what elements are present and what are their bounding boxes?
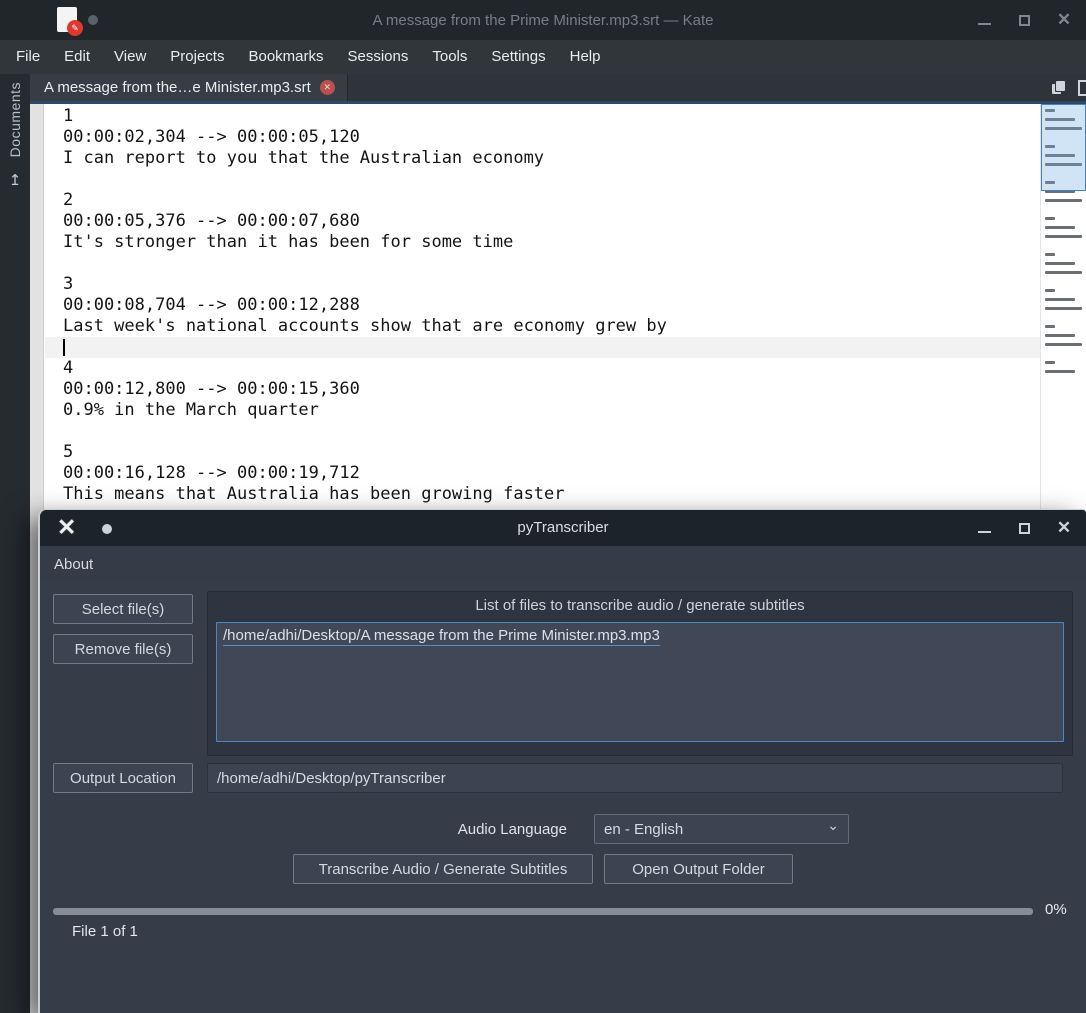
open-output-folder-button[interactable]: Open Output Folder bbox=[604, 854, 793, 884]
editor-line[interactable] bbox=[45, 253, 1040, 274]
editor-line[interactable]: 3 bbox=[45, 274, 1040, 295]
minimap-line bbox=[1045, 298, 1075, 301]
duplicate-document-icon[interactable] bbox=[1052, 80, 1066, 95]
upload-arrow-icon: ↥ bbox=[8, 172, 22, 190]
minimap-line bbox=[1045, 352, 1085, 355]
minimap-scrollbar[interactable] bbox=[1040, 104, 1086, 509]
editor-line[interactable]: 5 bbox=[45, 442, 1040, 463]
tab-label: A message from the…e Minister.mp3.srt bbox=[44, 79, 311, 96]
editor-line[interactable] bbox=[45, 169, 1040, 190]
kate-tabbar: A message from the…e Minister.mp3.srt ✕ bbox=[30, 74, 1086, 101]
minimap-line bbox=[1045, 199, 1082, 202]
editor-line[interactable] bbox=[45, 421, 1040, 442]
select-files-button[interactable]: Select file(s) bbox=[53, 594, 193, 624]
audio-language-label: Audio Language bbox=[457, 821, 567, 838]
minimap-line bbox=[1045, 262, 1075, 265]
audio-language-dropdown[interactable]: en - English ⌄ bbox=[594, 814, 849, 844]
close-icon[interactable]: ✕ bbox=[1056, 519, 1072, 536]
documents-sidebar: Documents ↥ bbox=[0, 74, 30, 1013]
pytranscriber-titlebar: ✕ pyTranscriber ✕ bbox=[40, 510, 1086, 546]
editor-line[interactable]: 4 bbox=[45, 358, 1040, 379]
split-view-icon[interactable] bbox=[1078, 79, 1086, 96]
menu-item-about[interactable]: About bbox=[42, 556, 105, 573]
kate-titlebar: ✎ A message from the Prime Minister.mp3.… bbox=[0, 0, 1086, 40]
editor-line[interactable]: I can report to you that the Australian … bbox=[45, 148, 1040, 169]
minimap-line bbox=[1045, 343, 1082, 346]
menu-item-bookmarks[interactable]: Bookmarks bbox=[236, 40, 335, 74]
editor-line[interactable]: 0.9% in the March quarter bbox=[45, 400, 1040, 421]
minimize-icon[interactable] bbox=[976, 520, 992, 536]
menu-item-help[interactable]: Help bbox=[558, 40, 613, 74]
kate-window-controls: ✕ bbox=[976, 0, 1072, 40]
output-path-field[interactable]: /home/adhi/Desktop/pyTranscriber bbox=[207, 763, 1063, 793]
progress-bar bbox=[53, 908, 1033, 915]
minimap-line bbox=[1045, 370, 1075, 373]
maximize-icon[interactable] bbox=[1016, 520, 1032, 536]
minimap-line bbox=[1045, 361, 1055, 364]
file-list[interactable]: /home/adhi/Desktop/A message from the Pr… bbox=[216, 622, 1064, 742]
editor-line[interactable]: Last week's national accounts show that … bbox=[45, 316, 1040, 337]
chevron-down-icon: ⌄ bbox=[827, 817, 839, 833]
minimap-line bbox=[1045, 208, 1085, 211]
remove-files-button[interactable]: Remove file(s) bbox=[53, 634, 193, 664]
editor-line[interactable] bbox=[45, 337, 1040, 358]
pytranscriber-window-controls: ✕ bbox=[976, 510, 1072, 546]
minimap-line bbox=[1045, 271, 1082, 274]
minimap-line bbox=[1045, 244, 1085, 247]
output-location-button[interactable]: Output Location bbox=[53, 763, 193, 793]
minimap-line bbox=[1045, 307, 1082, 310]
maximize-icon[interactable] bbox=[1016, 12, 1032, 28]
minimap-line bbox=[1045, 334, 1075, 337]
progress-percent-label: 0% bbox=[1045, 901, 1067, 918]
minimap-line bbox=[1045, 235, 1082, 238]
editor-line[interactable]: 00:00:16,128 --> 00:00:19,712 bbox=[45, 463, 1040, 484]
minimap-line bbox=[1045, 325, 1055, 328]
menu-item-sessions[interactable]: Sessions bbox=[336, 40, 421, 74]
menu-item-tools[interactable]: Tools bbox=[420, 40, 479, 74]
close-icon[interactable]: ✕ bbox=[1056, 11, 1072, 28]
screen: ✎ A message from the Prime Minister.mp3.… bbox=[0, 0, 1086, 1013]
editor-line[interactable]: 00:00:02,304 --> 00:00:05,120 bbox=[45, 127, 1040, 148]
file-list-item[interactable]: /home/adhi/Desktop/A message from the Pr… bbox=[223, 627, 660, 646]
minimap-line bbox=[1045, 316, 1085, 319]
text-cursor bbox=[63, 338, 65, 356]
editor-line[interactable]: 00:00:08,704 --> 00:00:12,288 bbox=[45, 295, 1040, 316]
pytranscriber-window-title: pyTranscriber bbox=[517, 519, 609, 536]
transcribe-button[interactable]: Transcribe Audio / Generate Subtitles bbox=[293, 854, 593, 884]
file-list-group-title: List of files to transcribe audio / gene… bbox=[475, 597, 805, 614]
minimap-line bbox=[1045, 217, 1055, 220]
minimap-line bbox=[1045, 253, 1055, 256]
pytranscriber-window: ✕ pyTranscriber ✕ About Select file(s) R… bbox=[38, 509, 1086, 1013]
menu-item-view[interactable]: View bbox=[102, 40, 158, 74]
editor-line[interactable]: This means that Australia has been growi… bbox=[45, 484, 1040, 505]
minimap-visible-region[interactable] bbox=[1041, 104, 1086, 191]
kate-menubar: File Edit View Projects Bookmarks Sessions Too… bbox=[0, 40, 1086, 74]
audio-language-value: en - English bbox=[604, 820, 684, 838]
editor-line[interactable]: 1 bbox=[45, 106, 1040, 127]
pytranscriber-menubar: About bbox=[40, 546, 1086, 582]
menu-item-settings[interactable]: Settings bbox=[479, 40, 557, 74]
editor-line[interactable]: It's stronger than it has been for some … bbox=[45, 232, 1040, 253]
tab-srt-file[interactable]: A message from the…e Minister.mp3.srt ✕ bbox=[30, 74, 348, 101]
menu-item-file[interactable]: File bbox=[4, 40, 52, 74]
close-tab-icon[interactable]: ✕ bbox=[319, 80, 335, 95]
minimap-line bbox=[1045, 226, 1075, 229]
editor-line[interactable]: 2 bbox=[45, 190, 1040, 211]
file-list-groupbox: List of files to transcribe audio / gene… bbox=[207, 591, 1073, 756]
file-counter-label: File 1 of 1 bbox=[72, 923, 138, 940]
menu-item-edit[interactable]: Edit bbox=[52, 40, 102, 74]
kate-window-title: A message from the Prime Minister.mp3.sr… bbox=[372, 11, 714, 29]
tabbar-icons bbox=[1052, 74, 1086, 101]
menu-item-projects[interactable]: Projects bbox=[158, 40, 236, 74]
editor-lines[interactable]: 1 00:00:02,304 --> 00:00:05,120 I can repo… bbox=[45, 106, 1040, 505]
editor-line[interactable]: 00:00:05,376 --> 00:00:07,680 bbox=[45, 211, 1040, 232]
minimize-icon[interactable] bbox=[976, 12, 992, 28]
editor-line[interactable]: 00:00:12,800 --> 00:00:15,360 bbox=[45, 379, 1040, 400]
sidebar-item-documents[interactable]: Documents bbox=[7, 82, 23, 157]
minimap-line bbox=[1045, 289, 1055, 292]
minimap-line bbox=[1045, 280, 1085, 283]
